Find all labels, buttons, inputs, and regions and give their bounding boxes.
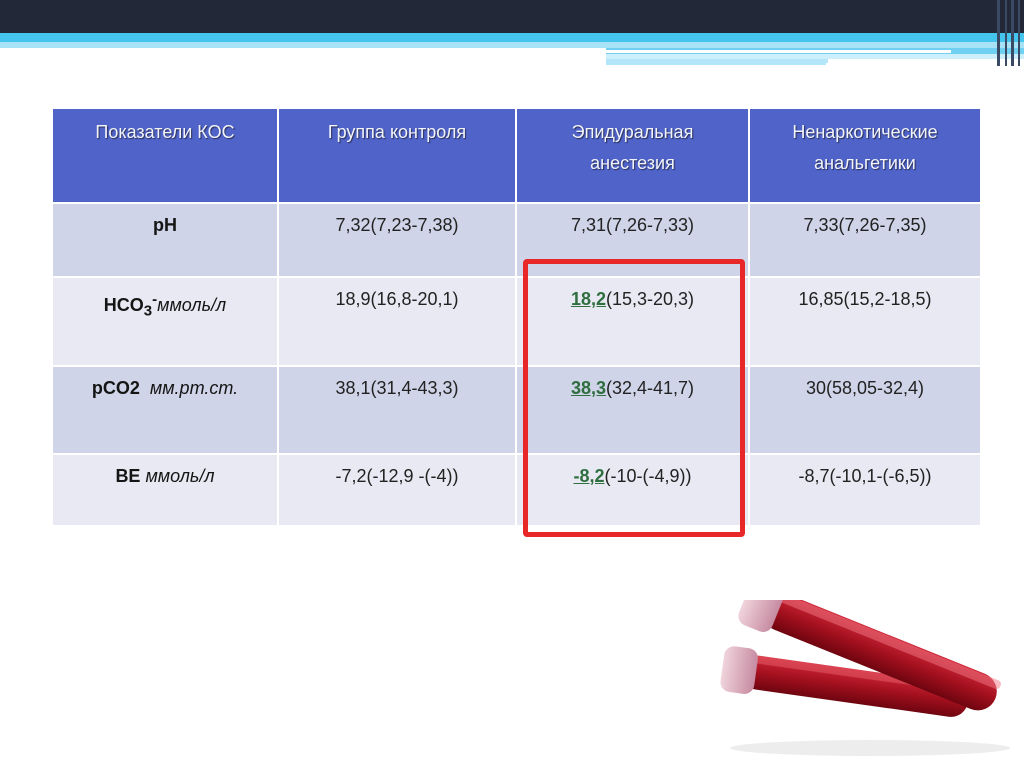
indicator-name: HCO bbox=[103, 295, 144, 315]
header-indicator: Показатели КОС bbox=[51, 107, 279, 204]
indicator-name: BE bbox=[115, 466, 141, 486]
cell-analgesics: 7,33(7,26-7,35) bbox=[748, 202, 982, 278]
indicator-unit: ммоль/л bbox=[157, 295, 227, 315]
banner-dark-bar bbox=[0, 0, 1024, 33]
banner-stripe bbox=[1018, 0, 1020, 66]
cell-control: 38,1(31,4-43,3) bbox=[277, 365, 517, 455]
blood-test-tubes-image bbox=[720, 600, 1010, 756]
indicator-name: pH bbox=[153, 215, 177, 235]
indicator-unit: мм.рт.ст. bbox=[149, 378, 239, 398]
header-analgesics: Ненаркотические анальгетики bbox=[748, 107, 982, 204]
cell-control: -7,2(-12,9 -(-4)) bbox=[277, 453, 517, 527]
indicator-unit: ммоль/л bbox=[145, 466, 215, 486]
cell-analgesics: 30(58,05-32,4) bbox=[748, 365, 982, 455]
row-label: pH bbox=[51, 202, 279, 278]
indicator-name: pCO2 bbox=[91, 378, 140, 398]
banner-accent-band-short bbox=[606, 59, 828, 65]
banner-white-line bbox=[826, 63, 1022, 66]
table-row: HCO3-ммоль/л 18,9(16,8-20,1) 18,2(15,3-2… bbox=[51, 276, 982, 367]
kos-table: Показатели КОС Группа контроля Эпидураль… bbox=[51, 107, 982, 527]
table-row: pH 7,32(7,23-7,38) 7,31(7,26-7,33) 7,33(… bbox=[51, 202, 982, 278]
cell-control: 7,32(7,23-7,38) bbox=[277, 202, 517, 278]
banner-white-line bbox=[606, 50, 951, 53]
table-row: pCO2 мм.рт.ст. 38,1(31,4-43,3) 38,3(32,4… bbox=[51, 365, 982, 455]
header-epidural: Эпидуральная анестезия bbox=[515, 107, 750, 204]
cell-analgesics: 16,85(15,2-18,5) bbox=[748, 276, 982, 367]
banner-stripe bbox=[1011, 0, 1014, 66]
indicator-subscript: 3 bbox=[143, 302, 153, 320]
banner-stripe bbox=[1005, 0, 1007, 66]
highlight-frame bbox=[523, 259, 745, 537]
header-control-group: Группа контроля bbox=[277, 107, 517, 204]
cell-value: 7,31(7,26-7,33) bbox=[570, 215, 695, 235]
banner-blue-band bbox=[0, 33, 1024, 42]
banner-stripe bbox=[997, 0, 1000, 66]
row-label: pCO2 мм.рт.ст. bbox=[51, 365, 279, 455]
cell-analgesics: -8,7(-10,1-(-6,5)) bbox=[748, 453, 982, 527]
table-header-row: Показатели КОС Группа контроля Эпидураль… bbox=[51, 107, 982, 204]
cell-control: 18,9(16,8-20,1) bbox=[277, 276, 517, 367]
table-row: BE ммоль/л -7,2(-12,9 -(-4)) -8,2(-10-(-… bbox=[51, 453, 982, 527]
row-label: BE ммоль/л bbox=[51, 453, 279, 527]
row-label: HCO3-ммоль/л bbox=[51, 276, 279, 367]
